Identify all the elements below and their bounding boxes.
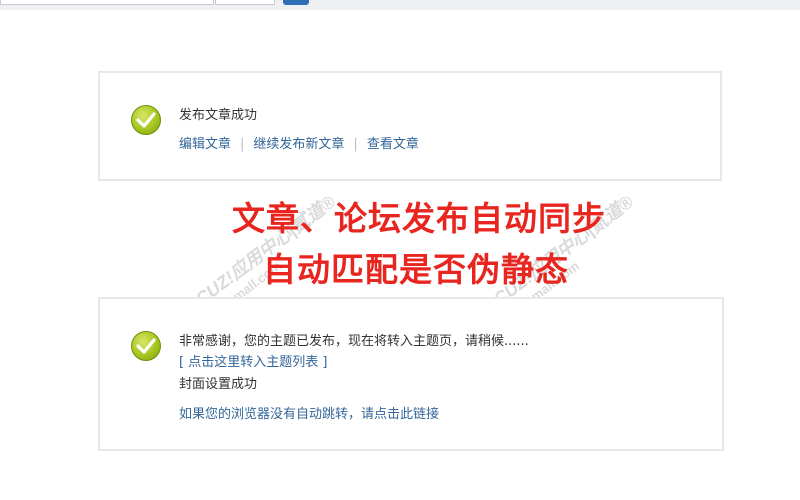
- success-check-icon: [131, 331, 161, 361]
- success-check-icon: [131, 105, 161, 135]
- annotation-line-2: 自动匹配是否伪静态: [263, 250, 569, 289]
- edit-article-link[interactable]: 编辑文章: [179, 137, 231, 152]
- publish-new-article-link[interactable]: 继续发布新文章: [253, 137, 344, 152]
- article-actions: 编辑文章 | 继续发布新文章 | 查看文章: [179, 133, 419, 152]
- thread-list-link[interactable]: [ 点击这里转入主题列表 ]: [179, 351, 327, 370]
- thanks-message: 非常感谢，您的主题已发布，现在将转入主题页，请稍候......: [179, 334, 529, 349]
- view-article-link[interactable]: 查看文章: [367, 137, 419, 152]
- link-separator: |: [353, 137, 358, 152]
- success-message: 发布文章成功: [179, 108, 258, 123]
- search-type-select[interactable]: [215, 0, 275, 5]
- top-toolbar: [0, 0, 800, 10]
- search-input[interactable]: [0, 0, 214, 5]
- cover-set-message: 封面设置成功: [179, 377, 258, 392]
- search-button[interactable]: [283, 0, 309, 5]
- redirect-link[interactable]: 如果您的浏览器没有自动跳转，请点击此链接: [179, 403, 439, 422]
- annotation-line-1: 文章、论坛发布自动同步: [232, 199, 606, 238]
- thread-publish-success-panel: 非常感谢，您的主题已发布，现在将转入主题页，请稍候...... [ 点击这里转入…: [98, 297, 724, 451]
- link-separator: |: [240, 137, 245, 152]
- article-publish-success-panel: 发布文章成功 编辑文章 | 继续发布新文章 | 查看文章: [98, 71, 722, 181]
